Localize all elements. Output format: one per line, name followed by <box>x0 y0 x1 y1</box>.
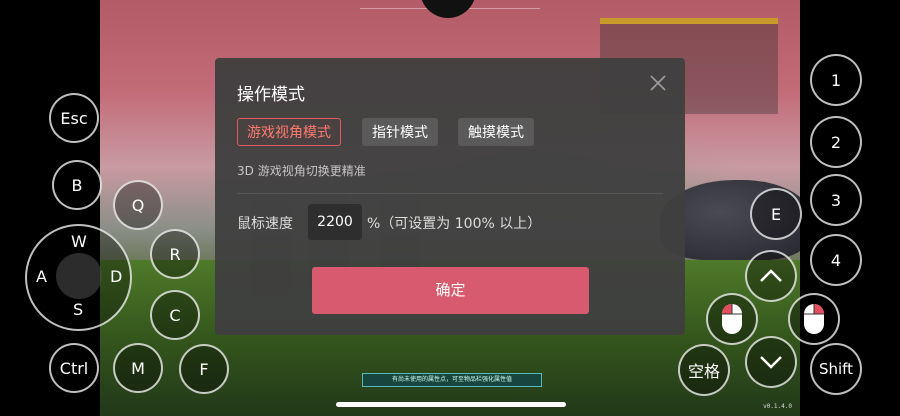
mouse-right-click-icon <box>804 304 824 334</box>
up-arrow-button[interactable] <box>745 250 797 302</box>
chevron-up-icon <box>760 269 782 282</box>
chevron-down-icon <box>760 356 782 369</box>
dpad-d-label: D <box>110 267 123 286</box>
right-mouse-button[interactable] <box>788 293 840 345</box>
mouse-speed-unit: %（可设置为 100% 以上） <box>367 216 542 232</box>
operation-mode-dialog: 操作模式 游戏视角模式 指针模式 触摸模式 3D 游戏视角切换更精准 鼠标速度 … <box>215 58 685 335</box>
key-3-button[interactable]: 3 <box>810 174 862 226</box>
q-key-button[interactable]: Q <box>113 180 163 230</box>
close-button[interactable] <box>648 73 668 93</box>
dpad-s-label: S <box>73 300 84 319</box>
left-mouse-button[interactable] <box>706 293 758 345</box>
down-arrow-button[interactable] <box>745 336 797 388</box>
version-label: v0.1.4.0 <box>763 403 792 410</box>
dpad-a-label: A <box>36 267 47 286</box>
e-key-button[interactable]: E <box>750 188 802 240</box>
mouse-left-click-icon <box>722 304 742 334</box>
r-key-button[interactable]: R <box>150 229 200 279</box>
mouse-speed-input[interactable] <box>308 204 362 240</box>
dialog-title: 操作模式 <box>237 85 305 105</box>
esc-key-button[interactable]: Esc <box>49 93 99 143</box>
space-key-button[interactable]: 空格 <box>678 344 730 396</box>
dpad-w-label: W <box>71 232 87 251</box>
f-key-button[interactable]: F <box>179 344 229 394</box>
shift-key-button[interactable]: Shift <box>810 343 862 395</box>
joystick-knob[interactable] <box>56 253 102 299</box>
ctrl-key-button[interactable]: Ctrl <box>49 343 99 393</box>
mode-game-view-button[interactable]: 游戏视角模式 <box>237 118 341 146</box>
close-icon <box>650 75 666 91</box>
confirm-button[interactable]: 确定 <box>312 267 589 314</box>
mode-pointer-button[interactable]: 指针模式 <box>362 118 438 146</box>
c-key-button[interactable]: C <box>150 290 200 340</box>
divider <box>237 193 663 194</box>
key-1-button[interactable]: 1 <box>810 54 862 106</box>
mouse-speed-label: 鼠标速度 <box>237 216 293 232</box>
m-key-button[interactable]: M <box>113 343 163 393</box>
compass-notch <box>420 0 476 18</box>
mode-touch-button[interactable]: 触摸模式 <box>458 118 534 146</box>
bottom-notice: 有尚未使用的属性点，可至物品栏强化属性值 <box>362 373 542 387</box>
key-4-button[interactable]: 4 <box>810 234 862 286</box>
home-indicator[interactable] <box>336 402 566 407</box>
mode-hint-text: 3D 游戏视角切换更精准 <box>237 164 366 178</box>
b-key-button[interactable]: B <box>52 160 102 210</box>
key-2-button[interactable]: 2 <box>810 116 862 168</box>
